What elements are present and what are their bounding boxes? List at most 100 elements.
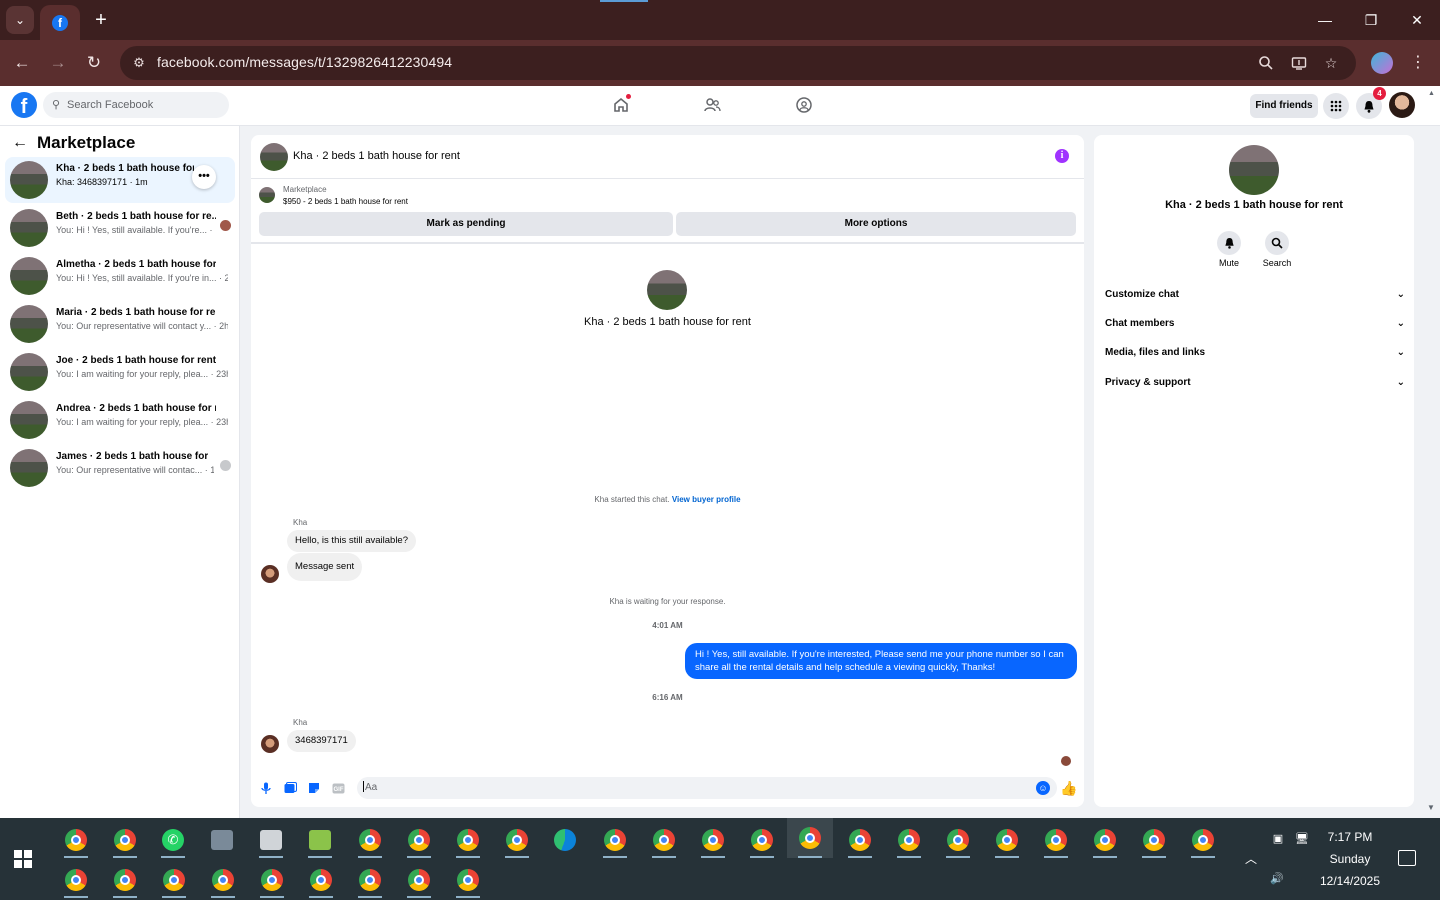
taskbar-chrome-icon[interactable]	[350, 822, 390, 858]
chat-members-row[interactable]: Chat members ⌄	[1105, 314, 1405, 334]
taskbar-chrome-icon[interactable]	[1085, 822, 1125, 858]
install-app-icon[interactable]	[1289, 53, 1309, 73]
taskbar-chrome-icon[interactable]	[399, 862, 439, 898]
conversation-item[interactable]: Almetha · 2 beds 1 bath house for ... Yo…	[5, 253, 235, 299]
windows-start-icon[interactable]	[14, 850, 32, 868]
chat-header-name[interactable]: Kha · 2 beds 1 bath house for rent	[293, 150, 460, 162]
back-arrow-icon[interactable]: ←	[10, 51, 34, 75]
microphone-icon[interactable]	[259, 781, 273, 795]
taskbar-app-icon[interactable]	[202, 822, 242, 858]
bookmark-star-icon[interactable]: ☆	[1321, 53, 1341, 73]
mark-as-pending-button[interactable]: Mark as pending	[259, 212, 673, 236]
conversation-item[interactable]: Andrea · 2 beds 1 bath house for r... Yo…	[5, 397, 235, 443]
taskbar-chrome-icon[interactable]	[987, 822, 1027, 858]
new-tab-button[interactable]: +	[90, 9, 112, 31]
media-files-links-row[interactable]: Media, files and links ⌄	[1105, 343, 1405, 363]
meet-now-icon[interactable]: ▣	[1270, 830, 1286, 846]
taskbar-chrome-icon[interactable]	[105, 862, 145, 898]
clock-day[interactable]: Sunday	[1312, 852, 1388, 866]
conversation-item[interactable]: Joe · 2 beds 1 bath house for rent You: …	[5, 349, 235, 395]
sticker-icon[interactable]	[307, 781, 321, 795]
site-info-icon[interactable]: ⚙	[130, 54, 148, 72]
taskbar-chrome-icon[interactable]	[693, 822, 733, 858]
taskbar-chrome-icon[interactable]	[350, 862, 390, 898]
taskbar-chrome-active-icon[interactable]	[787, 818, 833, 858]
conversation-item[interactable]: Maria · 2 beds 1 bath house for rent You…	[5, 301, 235, 347]
taskbar-chrome-icon[interactable]	[105, 822, 145, 858]
clock-date[interactable]: 12/14/2025	[1312, 874, 1388, 888]
conversation-info-icon[interactable]: i	[1055, 149, 1069, 163]
taskbar-chrome-icon[interactable]	[203, 862, 243, 898]
url-text[interactable]: facebook.com/messages/t/1329826412230494	[157, 54, 452, 70]
minimize-icon[interactable]: —	[1313, 8, 1337, 32]
address-bar[interactable]: ⚙ facebook.com/messages/t/13298264122304…	[120, 46, 1356, 80]
search-label[interactable]: Search	[1247, 258, 1307, 268]
taskbar-chrome-icon[interactable]	[56, 822, 96, 858]
zoom-icon[interactable]	[1256, 53, 1276, 73]
close-window-icon[interactable]: ✕	[1405, 8, 1429, 32]
taskbar-chrome-icon[interactable]	[1183, 822, 1223, 858]
listing-title[interactable]: $950 - 2 beds 1 bath house for rent	[283, 197, 408, 206]
browser-profile-avatar[interactable]	[1371, 52, 1393, 74]
taskbar-chrome-icon[interactable]	[252, 862, 292, 898]
sender-avatar[interactable]	[261, 735, 279, 753]
find-friends-button[interactable]: Find friends	[1250, 94, 1318, 118]
volume-icon[interactable]: 🔊	[1269, 870, 1285, 886]
restore-icon[interactable]: ❐	[1359, 8, 1383, 32]
photo-icon[interactable]	[283, 781, 297, 795]
conversation-more-button[interactable]: •••	[192, 165, 216, 189]
sender-avatar[interactable]	[261, 565, 279, 583]
taskbar-chrome-icon[interactable]	[301, 862, 341, 898]
taskbar-chrome-icon[interactable]	[1134, 822, 1174, 858]
like-thumb-icon[interactable]: 👍	[1060, 780, 1077, 796]
incoming-message[interactable]: Hello, is this still available?	[287, 530, 416, 552]
taskbar-chrome-icon[interactable]	[448, 822, 488, 858]
show-hidden-icons-chevron-icon[interactable]: ︿	[1245, 850, 1257, 867]
chat-header-thumbnail[interactable]	[260, 143, 288, 171]
facebook-logo-icon[interactable]: f	[11, 92, 37, 118]
taskbar-chrome-icon[interactable]	[889, 822, 929, 858]
taskbar-chrome-icon[interactable]	[448, 862, 488, 898]
taskbar-keyboard-icon[interactable]	[251, 822, 291, 858]
customize-chat-row[interactable]: Customize chat ⌄	[1105, 285, 1405, 305]
reload-icon[interactable]: ↻	[82, 51, 106, 75]
groups-icon[interactable]	[793, 94, 815, 116]
incoming-message[interactable]: Message sent	[287, 553, 363, 581]
privacy-support-row[interactable]: Privacy & support ⌄	[1105, 373, 1405, 393]
taskbar-chrome-icon[interactable]	[595, 822, 635, 858]
view-buyer-profile-link[interactable]: View buyer profile	[672, 495, 741, 504]
taskbar-chrome-icon[interactable]	[56, 862, 96, 898]
page-scroll-down-icon[interactable]: ▼	[1427, 803, 1435, 812]
search-conversation-icon[interactable]	[1265, 231, 1289, 255]
page-scroll-up-icon[interactable]: ▲	[1428, 90, 1435, 97]
emoji-icon[interactable]: ☺	[1036, 781, 1050, 795]
conversation-item[interactable]: James · 2 beds 1 bath house for ... You:…	[5, 445, 235, 491]
message-input[interactable]: Aa	[357, 777, 1057, 799]
outgoing-message[interactable]: Hi ! Yes, still available. If you're int…	[685, 643, 1077, 679]
clock-time[interactable]: 7:17 PM	[1312, 830, 1388, 844]
conversation-item[interactable]: Kha · 2 beds 1 bath house for rent Kha: …	[5, 157, 235, 203]
notification-center-icon[interactable]	[1398, 850, 1416, 866]
gif-icon[interactable]: GIF	[331, 781, 345, 795]
browser-menu-icon[interactable]: ⋮	[1408, 51, 1428, 75]
mute-bell-icon[interactable]	[1217, 231, 1241, 255]
network-icon[interactable]: 🖥	[1294, 830, 1310, 846]
taskbar-chrome-icon[interactable]	[497, 822, 537, 858]
back-arrow-icon[interactable]: ←	[12, 134, 28, 152]
more-options-button[interactable]: More options	[676, 212, 1076, 236]
taskbar-chrome-icon[interactable]	[154, 862, 194, 898]
listing-thumbnail[interactable]	[259, 187, 275, 203]
taskbar-chrome-icon[interactable]	[742, 822, 782, 858]
facebook-search-input[interactable]: ⚲ Search Facebook	[43, 92, 229, 118]
conversation-item[interactable]: Beth · 2 beds 1 bath house for re... You…	[5, 205, 235, 251]
tab-search-button[interactable]: ⌄	[6, 6, 34, 34]
taskbar-edge-icon[interactable]	[545, 822, 585, 858]
taskbar-chrome-icon[interactable]	[644, 822, 684, 858]
taskbar-chrome-icon[interactable]	[1036, 822, 1076, 858]
taskbar-chrome-icon[interactable]	[399, 822, 439, 858]
menu-grid-icon[interactable]	[1323, 93, 1349, 119]
friends-icon[interactable]	[701, 94, 723, 116]
taskbar-chrome-icon[interactable]	[938, 822, 978, 858]
taskbar-chrome-icon[interactable]	[840, 822, 880, 858]
account-avatar[interactable]	[1389, 92, 1415, 118]
